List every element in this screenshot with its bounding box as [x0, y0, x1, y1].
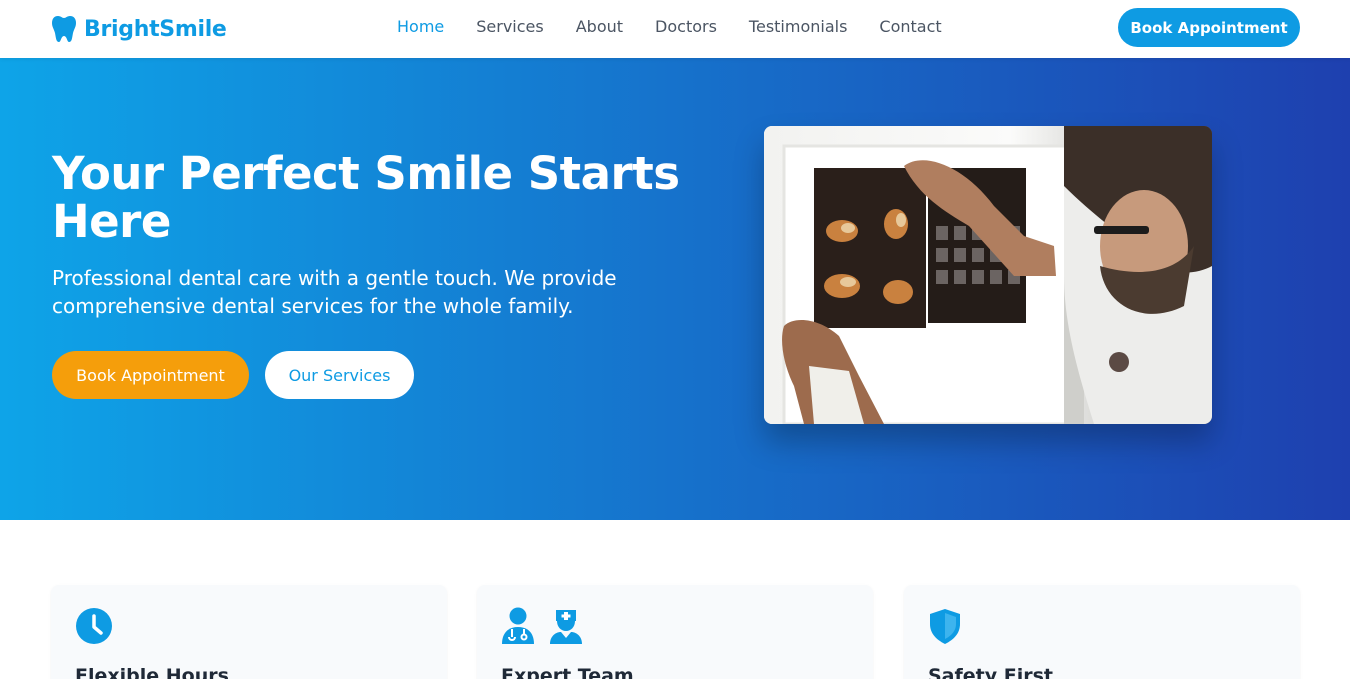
feature-card-safety-first: Safety First	[904, 585, 1300, 679]
nav-link-home[interactable]: Home	[397, 17, 444, 36]
nav-menu: Home Services About Doctors Testimonials…	[397, 17, 942, 36]
nav-link-testimonials[interactable]: Testimonials	[749, 17, 848, 36]
nav-link-about[interactable]: About	[576, 17, 623, 36]
tooth-icon	[52, 16, 76, 42]
brand-logo[interactable]: BrightSmile	[52, 14, 227, 44]
dentist-xray-illustration	[764, 126, 1212, 424]
nav-link-doctors[interactable]: Doctors	[655, 17, 717, 36]
nurse-icon	[550, 610, 582, 644]
hero-subtitle: Professional dental care with a gentle t…	[52, 266, 617, 318]
hero-book-appointment-button[interactable]: Book Appointment	[52, 351, 249, 399]
nav-link-contact[interactable]: Contact	[879, 17, 941, 36]
hero-our-services-button[interactable]: Our Services	[265, 351, 414, 399]
shield-icon	[930, 609, 960, 644]
features-section: Flexible Hours Expert Team Safety First	[0, 520, 1350, 679]
navbar: BrightSmile Home Services About Doctors …	[0, 0, 1350, 58]
feature-title: Expert Team	[501, 665, 634, 679]
hero-image-dentist-xray	[764, 126, 1212, 424]
feature-card-flexible-hours: Flexible Hours	[51, 585, 447, 679]
nav-link-services[interactable]: Services	[476, 17, 543, 36]
brand-name: BrightSmile	[84, 16, 227, 42]
feature-title: Flexible Hours	[75, 665, 229, 679]
clock-icon	[76, 608, 112, 644]
nav-book-appointment-button[interactable]: Book Appointment	[1118, 8, 1300, 47]
doctor-icon	[502, 607, 534, 644]
feature-card-expert-team: Expert Team	[477, 585, 873, 679]
hero-title: Your Perfect Smile Starts Here	[52, 147, 680, 248]
feature-title: Safety First	[928, 665, 1053, 679]
hero-section: Your Perfect Smile Starts Here Professio…	[0, 58, 1350, 520]
